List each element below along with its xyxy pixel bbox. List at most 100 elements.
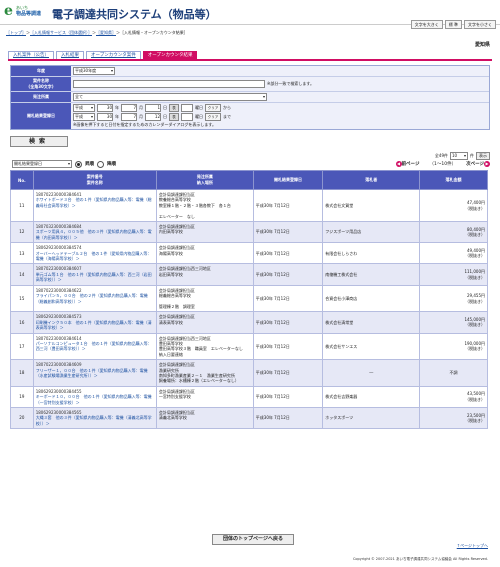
total-count: 全49件: [434, 153, 448, 158]
row-no: 12: [10, 221, 34, 244]
table-row: 13 180629230000384574 オーバーヘッドテーブル２台 他の１件（愛…: [10, 242, 488, 265]
case-name-link[interactable]: ホワイトボード３台 他の１件（愛知県内物品購入等：電機（総義母社会高等学校）＞: [36, 197, 154, 208]
breadcrumb-current: ＞［入札情報・オープンカウンタ結果］: [116, 30, 188, 35]
page-top-link[interactable]: ↑ページトップへ: [457, 543, 488, 549]
winner-name: 株式会社文賀堂: [322, 188, 421, 223]
delivery-place: 教室棟１階・２階・３階各教下 各１台 エレベーター なし: [158, 202, 231, 219]
tax-note: （税抜き）: [465, 253, 485, 259]
sort-select[interactable]: 開札結果登録日: [12, 160, 72, 168]
result-date: 平成30年 7月12日: [252, 188, 324, 223]
next-arrow-icon: ▶: [484, 161, 490, 167]
case-name-link[interactable]: フリーザー１，００台 他の１件（愛知県内物品購入等：電機（水産試験場漁業生産研究…: [36, 368, 154, 379]
ordering-org: 会計局調達課担当区 清表高等学校: [158, 314, 195, 325]
row-no: 16: [10, 311, 34, 334]
table-row: 16 180629230000384573 印刷機インク５０本 他の１件（愛知県内物…: [10, 311, 488, 334]
ordering-org: 会計局調達課担当西三河地区 岩田高等学校: [158, 266, 211, 277]
desc-radio[interactable]: [97, 160, 104, 168]
date-note: ※画像を押下すると日付を指定するためのカレンダーダイアログを表示します。: [73, 122, 216, 127]
to-era-select[interactable]: 平成: [73, 113, 95, 121]
col-org: 発注所属 納入場所: [155, 170, 254, 190]
breadcrumb-top[interactable]: ［トップ］: [6, 30, 26, 35]
logo: e あいち 物品等調達: [4, 4, 44, 20]
from-month-input[interactable]: 7: [121, 104, 137, 112]
table-row: 19 180629230000384455 キーボード１０，００台 他の１件（愛知県…: [10, 385, 488, 409]
delivery-place: 豊田高等学校３階 職員室 エレベーターなし 納入日要連絡: [158, 346, 243, 357]
org-select[interactable]: 全て: [73, 93, 267, 101]
delivery-place: 管理棟２階 調理室: [158, 303, 195, 309]
asc-label: 昇順: [85, 162, 94, 167]
ordering-org: 会計局調達課担当区 海陽高等学校: [158, 245, 195, 256]
from-clear-button[interactable]: クリア: [205, 104, 221, 112]
breadcrumb-service[interactable]: ［入札情報サービス（団体選択）］: [30, 30, 92, 35]
breadcrumb: ［トップ］＞［入札情報サービス（団体選択）］＞［愛知県］＞［入札情報・オープンカ…: [6, 30, 188, 36]
tax-note: （税抜き）: [465, 205, 485, 211]
case-name-link[interactable]: オーバーヘッドテーブル２台 他の１件（愛知県内物品購入等：電機（海陽高等学校）＞: [36, 251, 154, 262]
delivery-place: 南知多町漁業産業２－１ 漁業生産研究所 飼養場所：水槽棟２階（エレベーターなし）: [158, 372, 239, 384]
tax-note: （税抜き）: [465, 322, 485, 328]
winner-name: 有限会社しらさわ: [322, 242, 421, 265]
breadcrumb-pref[interactable]: ［愛知県］: [96, 30, 116, 35]
copyright: Copyright © 2007-2021 あいち電子調達共同システム協議会 A…: [352, 557, 488, 561]
logo-line2: 物品等調達: [16, 11, 42, 17]
to-weekday: [181, 113, 193, 121]
ordering-org: 会計局調達課担当区 総義総合高等学校: [158, 287, 195, 299]
from-day-input[interactable]: 1: [145, 104, 161, 112]
case-name-link[interactable]: フライパン５，００台 他の２件（愛知県内物品購入等：電機（総義創和高等学校））＞: [36, 293, 154, 304]
winner-name: 株式会社吉野楽器: [322, 385, 421, 409]
case-name-link[interactable]: 単元ゴム等１台 他の１件（愛知県内物品購入等：西三河（岩田高等学校））＞: [36, 272, 154, 283]
row-no: 17: [10, 332, 34, 361]
back-to-org-top-button[interactable]: 団体のトップページへ戻る: [212, 534, 294, 545]
date-label: 開札結果登録日: [11, 103, 71, 129]
tax-note: （税抜き）: [465, 418, 485, 424]
table-row: 17 180702230000384614 パーソナルコンピュータ１台 他の１件（愛…: [10, 332, 488, 361]
pager: ◀前ページ （1～10件） 次ページ▶: [395, 161, 490, 167]
to-day-input[interactable]: 12: [145, 113, 161, 121]
from-calendar-icon[interactable]: 表: [169, 104, 179, 112]
case-name-link[interactable]: スポーツ用具４，００５他 他の３件（愛知県内物品購入等：電機（内田高等学校））＞: [36, 229, 154, 240]
case-name-link[interactable]: キーボード１０，００台 他の１件（愛知県内物品購入等：電機（一宮特別支援学校）＞: [36, 394, 154, 405]
to-year-input[interactable]: 30: [97, 113, 113, 121]
ordering-org: 会計局調達課担当区 一宮特別支援学校: [158, 388, 195, 400]
year-select[interactable]: 平成30年度: [73, 67, 115, 75]
to-calendar-icon[interactable]: 表: [169, 113, 179, 121]
prev-page-link[interactable]: ◀前ページ: [395, 161, 419, 167]
ordering-org: 会計局調達課担当区 教養総合高等学校: [158, 192, 195, 203]
case-name-input[interactable]: [73, 80, 265, 88]
per-page-select[interactable]: 10: [450, 152, 468, 160]
tax-note: （税抜き）: [465, 274, 485, 280]
col-no: No.: [10, 170, 34, 190]
result-date: 平成30年 7月12日: [252, 332, 324, 361]
tax-note: （税抜き）: [465, 396, 485, 402]
to-clear-button[interactable]: クリア: [205, 113, 221, 121]
from-era-select[interactable]: 平成: [73, 104, 95, 112]
case-name-link[interactable]: 印刷機インク５０本 他の１件（愛知県内物品購入等：電機（清表高等学校）＞: [36, 320, 154, 331]
search-form: 年度 平成30年度 案件名称 (全角30文字) ※部分一致で検索します。 発注所…: [10, 65, 490, 130]
case-name-link[interactable]: 大縄３套 他の３件（愛知県内物品購入等：電機（清義北高等学校））＞: [36, 415, 154, 426]
winner-name: フジスポーツ用品店: [322, 221, 421, 244]
result-date: 平成30年 7月12日: [252, 385, 324, 409]
from-year-input[interactable]: 30: [97, 104, 113, 112]
result-date: 平成30年 7月12日: [252, 284, 324, 313]
result-date: 平成30年 7月12日: [252, 242, 324, 265]
display-button[interactable]: 表示: [476, 152, 490, 160]
row-no: 18: [10, 359, 34, 387]
table-row: 18 180702230000384609 フリーザー１，００台 他の１件（愛知県内…: [10, 359, 488, 387]
row-no: 19: [10, 385, 34, 409]
ordering-org: 会計局調達課担当区 清義北高等学校: [158, 410, 195, 421]
result-date: 平成30年 7月12日: [252, 311, 324, 334]
asc-radio[interactable]: [75, 160, 82, 168]
font-large-button[interactable]: 文字を大きく: [410, 20, 443, 29]
next-page-link[interactable]: 次ページ▶: [466, 161, 490, 167]
search-button[interactable]: 検索: [10, 136, 68, 147]
app-title: 電子調達共同システム（物品等）: [52, 8, 217, 21]
result-date: 平成30年 7月12日: [252, 221, 324, 244]
winner-name: 株式会社清常堂: [322, 311, 421, 334]
row-no: 15: [10, 284, 34, 313]
to-month-input[interactable]: 7: [121, 113, 137, 121]
font-normal-button[interactable]: 標 準: [444, 20, 462, 29]
result-date: 平成30年 7月12日: [252, 263, 324, 286]
winning-amount: 不調: [449, 370, 458, 376]
table-row: 14 180702230000384607 単元ゴム等１台 他の１件（愛知県内物品購…: [10, 263, 488, 286]
case-name-link[interactable]: パーソナルコンピュータ１台 他の１件（愛知県内物品購入等：西三河（豊田高等学校）…: [36, 341, 154, 352]
font-small-button[interactable]: 文字を小さく: [464, 20, 496, 29]
